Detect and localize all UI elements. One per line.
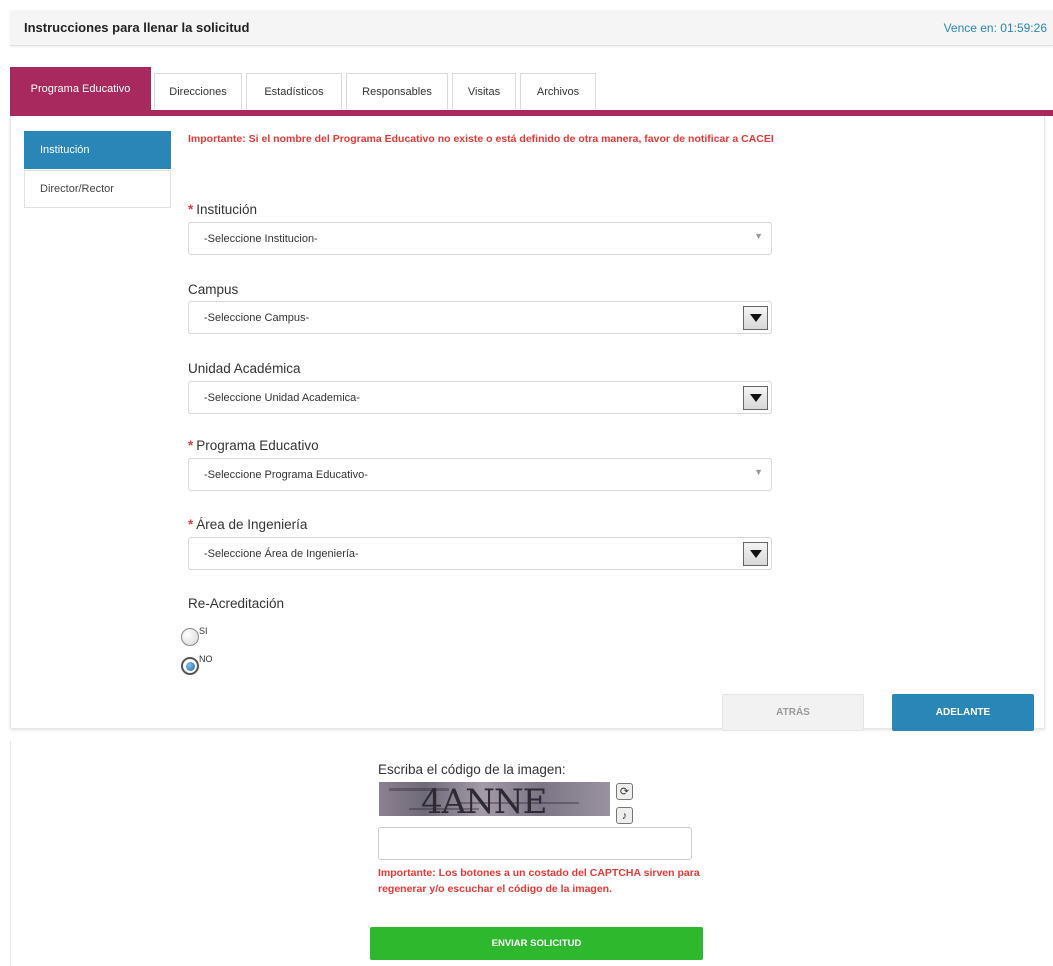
dropdown-arrow-icon[interactable]	[743, 306, 768, 330]
campus-select-value: -Seleccione Campus-	[204, 312, 310, 324]
captcha-text: 4ANNE	[421, 782, 548, 816]
programa-educativo-label: * Programa Educativo	[188, 438, 319, 453]
expiry-timer: Vence en: 01:59:26	[943, 21, 1047, 35]
area-ingenieria-select-value: -Seleccione Área de Ingeniería-	[204, 548, 359, 560]
tab-bar: Programa Educativo Direcciones Estadísti…	[10, 67, 1053, 110]
next-button[interactable]: ADELANTE	[892, 694, 1034, 731]
unidad-academica-select-value: -Seleccione Unidad Academica-	[204, 392, 360, 404]
programa-educativo-select-value: -Seleccione Programa Educativo-	[204, 469, 368, 481]
institucion-select[interactable]: -Seleccione Institucion- ▼	[188, 222, 772, 255]
captcha-warning: Importante: Los botones a un costado del…	[378, 867, 700, 895]
instructions-bar: Instrucciones para llenar la solicitud V…	[10, 10, 1053, 46]
audio-icon[interactable]: ♪	[616, 807, 633, 824]
instructions-title[interactable]: Instrucciones para llenar la solicitud	[24, 20, 249, 35]
tab-archivos[interactable]: Archivos	[520, 73, 596, 109]
dropdown-arrow-icon[interactable]	[743, 542, 768, 566]
tab-visitas[interactable]: Visitas	[452, 73, 516, 109]
tab-programa-educativo[interactable]: Programa Educativo	[10, 67, 151, 110]
institucion-select-value: -Seleccione Institucion-	[204, 233, 318, 245]
campus-label: Campus	[188, 282, 239, 297]
captcha-label: Escriba el código de la imagen:	[378, 762, 566, 777]
chevron-down-icon: ▼	[754, 231, 763, 241]
programa-educativo-select[interactable]: -Seleccione Programa Educativo- ▼	[188, 458, 772, 491]
program-warning: Importante: Si el nombre del Programa Ed…	[188, 133, 774, 145]
tab-direcciones[interactable]: Direcciones	[154, 73, 242, 109]
radio-no[interactable]	[181, 657, 199, 675]
back-button[interactable]: ATRÁS	[722, 694, 864, 731]
radio-no-label: NO	[199, 654, 213, 664]
captcha-input[interactable]	[378, 827, 692, 860]
form-panel: Institución Director/Rector Importante: …	[10, 116, 1045, 731]
reacreditacion-label: Re-Acreditación	[188, 596, 285, 611]
unidad-academica-label: Unidad Académica	[188, 361, 301, 376]
chevron-down-icon: ▼	[754, 467, 763, 477]
dropdown-arrow-icon[interactable]	[743, 386, 768, 410]
required-marker: *	[188, 517, 194, 532]
unidad-academica-select[interactable]: -Seleccione Unidad Academica-	[188, 381, 772, 414]
required-marker: *	[188, 202, 194, 217]
sidebar-item-director-rector[interactable]: Director/Rector	[24, 170, 171, 208]
refresh-icon[interactable]: ⟳	[616, 783, 633, 800]
institucion-label: * Institución	[188, 202, 258, 217]
radio-si[interactable]	[181, 628, 199, 646]
captcha-image: 4ANNE	[379, 782, 610, 816]
area-ingenieria-select[interactable]: -Seleccione Área de Ingeniería-	[188, 537, 772, 570]
sidebar-item-institucion[interactable]: Institución	[24, 131, 171, 169]
required-marker: *	[188, 438, 194, 453]
tab-responsables[interactable]: Responsables	[346, 73, 448, 109]
area-ingenieria-label: * Área de Ingeniería	[188, 517, 308, 532]
radio-si-label: SI	[199, 626, 208, 636]
tab-estadisticos[interactable]: Estadísticos	[246, 73, 342, 109]
submit-button[interactable]: ENVIAR SOLICITUD	[370, 927, 703, 960]
campus-select[interactable]: -Seleccione Campus-	[188, 301, 772, 334]
